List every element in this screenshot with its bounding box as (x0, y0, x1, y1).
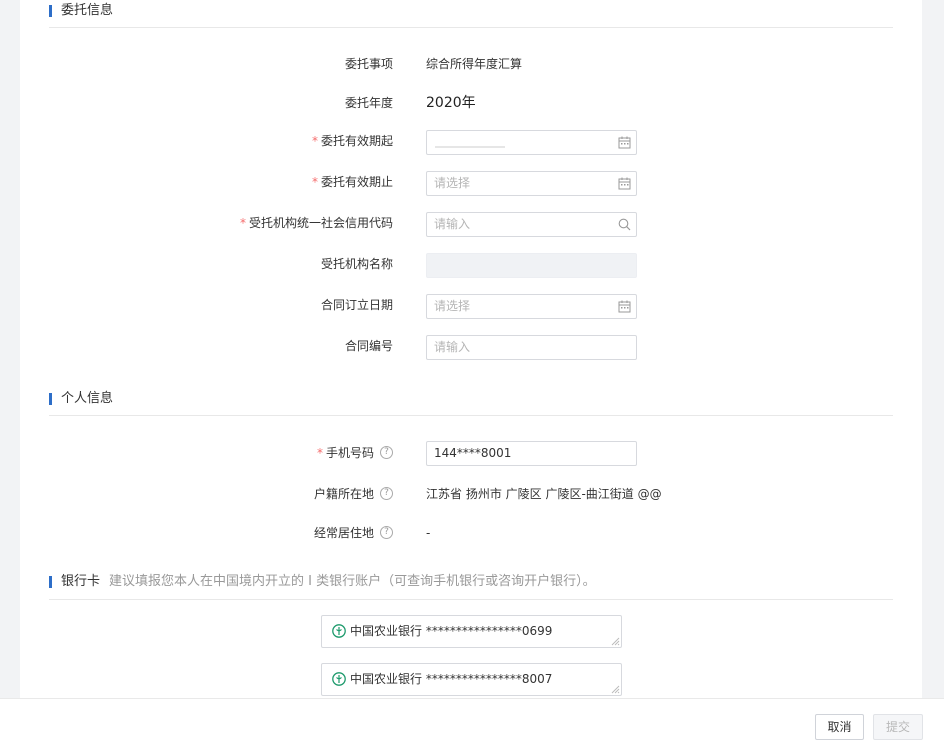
divider (49, 415, 893, 416)
residence-value: - (426, 526, 431, 540)
form-panel: 委托信息 委托事项 综合所得年度汇算 委托年度 2020年 * 委托有效期起 * 委… (20, 0, 922, 698)
required-mark: * (316, 446, 323, 460)
question-circle-icon[interactable]: ? (380, 526, 393, 539)
search-icon[interactable] (618, 218, 631, 231)
cancel-button[interactable]: 取消 (815, 714, 864, 740)
calendar-icon[interactable] (618, 177, 631, 190)
section-accent-bar (49, 576, 52, 588)
household-value: 江苏省 扬州市 广陵区 广陵区-曲江街道 @@ (426, 487, 662, 501)
credit-code-input[interactable]: 请输入 (426, 212, 637, 237)
calendar-icon[interactable] (618, 300, 631, 313)
phone-value: 144****8001 (434, 446, 512, 460)
required-mark: * (311, 175, 318, 189)
contract-date-label: 合同订立日期 (320, 298, 393, 312)
required-mark: * (311, 134, 318, 148)
section-accent-bar (49, 5, 52, 17)
household-label: 户籍所在地? (133, 484, 393, 504)
bank-card-text: 中国农业银行 ****************0699 (350, 624, 553, 638)
residence-label: 经常居住地? (133, 523, 393, 543)
resize-grip-icon (611, 685, 620, 694)
bank-card-text: 中国农业银行 ****************8007 (350, 672, 553, 686)
credit-code-placeholder: 请输入 (434, 217, 471, 231)
end-date-placeholder: 请选择 (434, 176, 471, 190)
matter-value: 综合所得年度汇算 (426, 57, 523, 71)
phone-input[interactable]: 144****8001 (426, 441, 637, 466)
end-date-label: * 委托有效期止 (311, 175, 393, 189)
start-date-input[interactable] (426, 130, 637, 155)
divider (49, 27, 893, 28)
section-title-text: 委托信息 (61, 3, 114, 18)
year-label: 委托年度 (344, 96, 393, 110)
org-name-input (426, 253, 637, 278)
bank-hint: 建议填报您本人在中国境内开立的 I 类银行账户（可查询手机银行或咨询开户银行）。 (109, 574, 596, 589)
abc-bank-logo (332, 672, 346, 686)
divider (49, 599, 893, 600)
question-circle-icon[interactable]: ? (380, 446, 393, 459)
required-mark: * (239, 216, 246, 230)
resize-grip-icon (611, 637, 620, 646)
bank-card-item[interactable]: 中国农业银行 ****************8007 (321, 663, 622, 696)
phone-label: * 手机号码? (133, 443, 393, 463)
section-title-text: 个人信息 (61, 391, 114, 406)
credit-code-label: * 受托机构统一社会信用代码 (239, 216, 393, 230)
contract-date-placeholder: 请选择 (434, 299, 471, 313)
bank-card-item[interactable]: 中国农业银行 ****************0699 (321, 615, 622, 648)
year-value: 2020年 (426, 95, 476, 111)
question-circle-icon[interactable]: ? (380, 487, 393, 500)
matter-label: 委托事项 (344, 57, 393, 71)
start-date-label: * 委托有效期起 (311, 134, 393, 148)
contract-no-label: 合同编号 (344, 339, 393, 353)
footer-bar: 取消 提交 (0, 698, 944, 742)
contract-date-input[interactable]: 请选择 (426, 294, 637, 319)
section-accent-bar (49, 393, 52, 405)
contract-no-placeholder: 请输入 (434, 340, 471, 354)
section-title-text: 银行卡 (61, 574, 101, 589)
org-name-label: 受托机构名称 (320, 257, 393, 271)
blurred-value (435, 146, 505, 148)
contract-no-input[interactable]: 请输入 (426, 335, 637, 360)
submit-button[interactable]: 提交 (873, 714, 923, 740)
abc-bank-logo (332, 624, 346, 638)
calendar-icon[interactable] (618, 136, 631, 149)
end-date-input[interactable]: 请选择 (426, 171, 637, 196)
